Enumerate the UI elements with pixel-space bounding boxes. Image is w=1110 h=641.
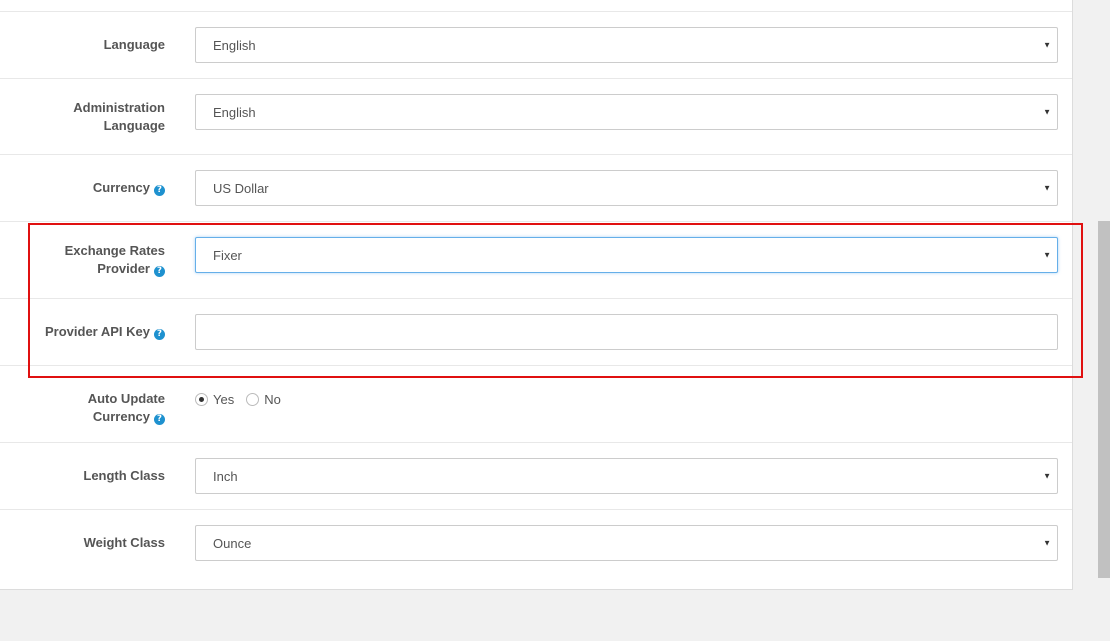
radio-unchecked-icon[interactable] — [246, 393, 260, 406]
help-icon[interactable]: ? — [154, 329, 165, 340]
chevron-down-icon: ▼ — [1043, 107, 1051, 117]
row-currency: Currency? US Dollar ▼ — [0, 155, 1072, 222]
weight-class-select[interactable]: Ounce ▼ — [195, 525, 1058, 561]
auto-update-currency-radios: Yes No — [195, 392, 293, 407]
language-label: Language — [103, 37, 165, 52]
language-select[interactable]: English ▼ — [195, 27, 1058, 63]
chevron-down-icon: ▼ — [1043, 40, 1051, 50]
chevron-down-icon: ▼ — [1043, 538, 1051, 548]
admin-language-select[interactable]: English ▼ — [195, 94, 1058, 130]
row-weight-class: Weight Class Ounce ▼ — [0, 510, 1072, 576]
currency-select[interactable]: US Dollar ▼ — [195, 170, 1058, 206]
currency-label: Currency? — [0, 155, 165, 221]
admin-language-label: Administration Language — [73, 99, 165, 133]
provider-api-key-input[interactable] — [195, 314, 1058, 350]
chevron-down-icon: ▼ — [1043, 250, 1051, 260]
help-icon[interactable]: ? — [154, 414, 165, 425]
radio-no[interactable]: No — [246, 392, 281, 407]
row-exchange-provider: Exchange Rates Provider? Fixer ▼ — [0, 222, 1072, 299]
row-length-class: Length Class Inch ▼ — [0, 443, 1072, 510]
weight-class-label: Weight Class — [83, 535, 165, 550]
exchange-provider-select[interactable]: Fixer ▼ — [195, 237, 1058, 273]
chevron-down-icon: ▼ — [1043, 183, 1051, 193]
settings-form-panel: Language English ▼ Administration Langua… — [0, 0, 1073, 590]
help-icon[interactable]: ? — [154, 185, 165, 196]
scrollbar-thumb[interactable] — [1098, 221, 1110, 578]
exchange-provider-label: Exchange Rates Provider? — [64, 243, 165, 277]
radio-checked-icon[interactable] — [195, 393, 208, 406]
auto-update-currency-label: Auto Update Currency? — [87, 391, 165, 425]
row-admin-language: Administration Language English ▼ — [0, 79, 1072, 155]
vertical-scrollbar[interactable] — [1096, 0, 1110, 641]
row-language: Language English ▼ — [0, 12, 1072, 79]
length-class-label: Length Class — [83, 468, 165, 483]
row-provider-api-key: Provider API Key? — [0, 299, 1072, 366]
provider-api-key-label: Provider API Key? — [0, 299, 165, 365]
length-class-select[interactable]: Inch ▼ — [195, 458, 1058, 494]
row-auto-update-currency: Auto Update Currency? — [0, 366, 1072, 443]
chevron-down-icon: ▼ — [1043, 471, 1051, 481]
radio-yes[interactable]: Yes — [195, 392, 234, 407]
help-icon[interactable]: ? — [154, 266, 165, 277]
